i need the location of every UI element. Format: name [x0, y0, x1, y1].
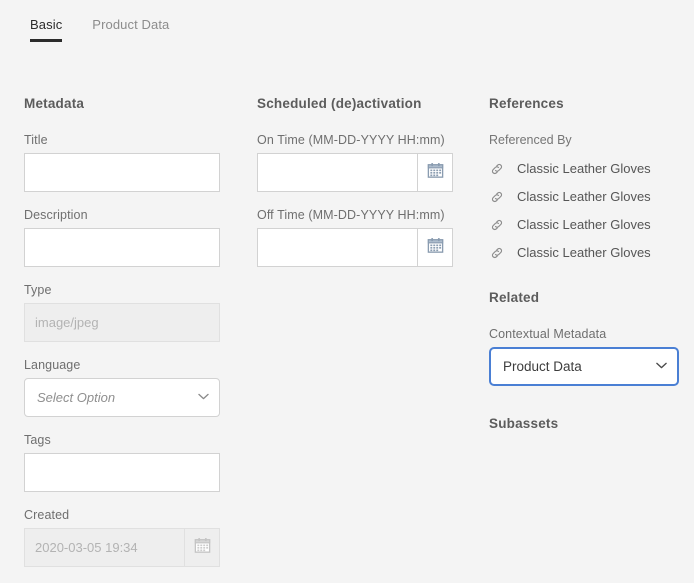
link-icon — [489, 218, 505, 232]
on-time-input[interactable] — [257, 153, 417, 192]
language-select-value: Select Option — [37, 390, 115, 405]
list-item-label: Classic Leather Gloves — [517, 161, 651, 176]
list-item-label: Classic Leather Gloves — [517, 245, 651, 260]
scheduled-column: Scheduled (de)activation On Time (MM-DD-… — [250, 55, 485, 583]
on-time-label: On Time (MM-DD-YYYY HH:mm) — [257, 133, 485, 147]
related-section-title: Related — [489, 290, 694, 305]
chevron-down-icon — [198, 392, 207, 401]
on-time-calendar-button[interactable] — [417, 153, 453, 192]
tab-basic-label: Basic — [30, 17, 62, 32]
field-title: Title — [24, 133, 250, 192]
tab-product-data[interactable]: Product Data — [92, 14, 169, 42]
calendar-icon — [193, 536, 212, 560]
field-off-time: Off Time (MM-DD-YYYY HH:mm) — [257, 208, 485, 267]
referenced-by-label: Referenced By — [489, 133, 694, 147]
calendar-icon — [426, 236, 445, 260]
contextual-metadata-label: Contextual Metadata — [489, 327, 694, 341]
list-item[interactable]: Classic Leather Gloves — [489, 161, 694, 176]
field-on-time: On Time (MM-DD-YYYY HH:mm) — [257, 133, 485, 192]
tags-input[interactable] — [24, 453, 220, 492]
description-input[interactable] — [24, 228, 220, 267]
type-input — [24, 303, 220, 342]
list-item-label: Classic Leather Gloves — [517, 217, 651, 232]
list-item[interactable]: Classic Leather Gloves — [489, 189, 694, 204]
created-calendar-button — [184, 528, 220, 567]
contextual-metadata-value: Product Data — [503, 359, 582, 374]
off-time-label: Off Time (MM-DD-YYYY HH:mm) — [257, 208, 485, 222]
field-tags: Tags — [24, 433, 250, 492]
link-icon — [489, 190, 505, 204]
created-date-group — [24, 528, 220, 567]
language-label: Language — [24, 358, 250, 372]
language-select[interactable]: Select Option — [24, 378, 220, 417]
on-time-date-group — [257, 153, 453, 192]
title-label: Title — [24, 133, 250, 147]
metadata-section-title: Metadata — [24, 96, 250, 111]
tab-product-data-label: Product Data — [92, 17, 169, 32]
off-time-input[interactable] — [257, 228, 417, 267]
chevron-down-icon — [656, 361, 665, 370]
field-contextual-metadata: Contextual Metadata Product Data — [489, 327, 694, 386]
references-section-title: References — [489, 96, 694, 111]
list-item[interactable]: Classic Leather Gloves — [489, 217, 694, 232]
field-created: Created — [24, 508, 250, 567]
list-item[interactable]: Classic Leather Gloves — [489, 245, 694, 260]
list-item-label: Classic Leather Gloves — [517, 189, 651, 204]
tab-basic[interactable]: Basic — [30, 14, 62, 42]
contextual-metadata-select[interactable]: Product Data — [489, 347, 679, 386]
tab-bar: Basic Product Data — [0, 0, 694, 55]
off-time-calendar-button[interactable] — [417, 228, 453, 267]
title-input[interactable] — [24, 153, 220, 192]
created-input — [24, 528, 184, 567]
created-label: Created — [24, 508, 250, 522]
references-column: References Referenced By Classic Leather… — [485, 55, 694, 583]
field-language: Language Select Option — [24, 358, 250, 417]
link-icon — [489, 246, 505, 260]
scheduled-section-title: Scheduled (de)activation — [257, 96, 485, 111]
field-type: Type — [24, 283, 250, 342]
calendar-icon — [426, 161, 445, 185]
subassets-section-title: Subassets — [489, 416, 694, 431]
off-time-date-group — [257, 228, 453, 267]
type-label: Type — [24, 283, 250, 297]
link-icon — [489, 162, 505, 176]
tags-label: Tags — [24, 433, 250, 447]
field-description: Description — [24, 208, 250, 267]
metadata-column: Metadata Title Description Type Language… — [0, 55, 250, 583]
description-label: Description — [24, 208, 250, 222]
form-content: Metadata Title Description Type Language… — [0, 55, 694, 583]
